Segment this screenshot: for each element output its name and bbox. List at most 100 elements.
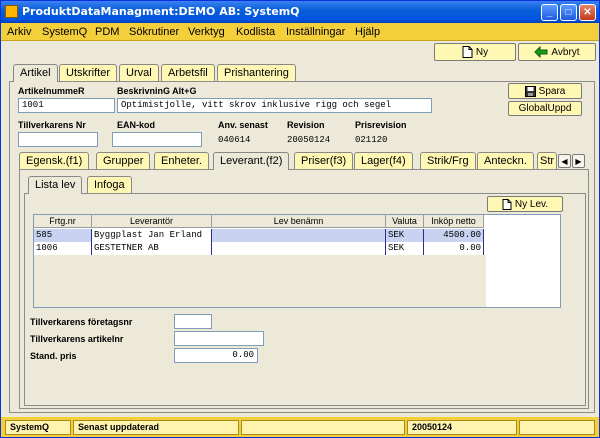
col-lev-benamn[interactable]: Lev benämn [212,215,386,228]
mfr-company-label: Tillverkarens företagsnr [30,317,133,327]
desc-input[interactable]: Optimistjolle, vitt skrov inklusive rigg… [117,98,432,113]
new-button-label: Ny [475,46,489,58]
status-bar: SystemQ Senast uppdaterad 20050124 [1,417,599,437]
status-last-updated-label: Senast uppdaterad [73,420,239,435]
tab-infoga[interactable]: Infoga [87,176,132,193]
new-supplier-button[interactable]: Ny Lev. [487,196,563,212]
minimize-button[interactable]: _ [541,4,558,21]
back-arrow-icon [534,46,548,58]
desc-label: BeskrivninG Alt+G [117,86,197,96]
app-window: ProduktDataManagment:DEMO AB: SystemQ _ … [0,0,600,438]
save-button[interactable]: Spara [508,83,582,99]
price-rev-label: Prisrevision [355,120,407,130]
status-extra-field [519,420,595,435]
new-supplier-label: Ny Lev. [514,198,549,210]
col-inkop-netto[interactable]: Inköp netto [424,215,484,228]
menu-verktyg[interactable]: Verktyg [188,26,225,38]
minimize-icon: _ [546,7,553,18]
tab-grupper[interactable]: Grupper [96,152,151,169]
tab-priser[interactable]: Priser(f3) [294,152,354,169]
tab-enheter[interactable]: Enheter. [154,152,209,169]
menu-systemq[interactable]: SystemQ [42,26,87,38]
price-rev-value: 021120 [355,135,388,145]
artnr-input[interactable]: 1001 [18,98,115,113]
window-title: ProduktDataManagment:DEMO AB: SystemQ [22,5,300,18]
globalupd-button-label: GlobalUppd [518,103,572,114]
cell-frtg-nr: 1006 [34,242,92,255]
table-row[interactable]: 1006 GESTETNER AB SEK 0.00 [34,242,484,255]
cell-leverantor: GESTETNER AB [92,242,212,255]
tab-prishantering[interactable]: Prishantering [217,64,296,81]
cell-lev-benamn [212,229,386,242]
maximize-icon: □ [565,7,572,18]
mfr-nr-label: Tillverkarens Nr [18,120,86,130]
cell-inkop-netto: 4500.00 [424,229,484,242]
close-button[interactable]: ✕ [579,4,596,21]
table-row[interactable]: 585 Byggplast Jan Erland SEK 4500.00 [34,229,484,242]
ean-input[interactable] [112,132,202,147]
tab-arbetsfil[interactable]: Arbetsfil [161,64,215,81]
tab-utskrifter[interactable]: Utskrifter [59,64,117,81]
tab-leverant[interactable]: Leverant.(f2) [213,152,290,170]
tab-strik-frg[interactable]: Strik/Frg [420,152,476,169]
supplier-table: Frtg.nr Leverantör Lev benämn Valuta Ink… [33,214,561,308]
close-icon: ✕ [583,7,592,18]
supplier-list-panel: Ny Lev. Frtg.nr Leverantör Lev benämn Va… [24,193,586,406]
title-bar[interactable]: ProduktDataManagment:DEMO AB: SystemQ _ … [1,1,599,23]
col-leverantor[interactable]: Leverantör [92,215,212,228]
table-empty-area [34,255,486,307]
tabs-scroll-right-button[interactable]: ▶ [572,154,585,168]
col-frtg-nr[interactable]: Frtg.nr [34,215,92,228]
cell-lev-benamn [212,242,386,255]
menu-arkiv[interactable]: Arkiv [7,26,31,38]
artnr-label: ArtikelnummeR [18,86,85,96]
new-button[interactable]: Ny [434,43,516,61]
mfr-company-input[interactable] [174,314,212,329]
tab-anteckn[interactable]: Anteckn. [477,152,534,169]
status-systemq: SystemQ [5,420,71,435]
menu-kodlista[interactable]: Kodlista [236,26,275,38]
cell-valuta: SEK [386,242,424,255]
last-used-value: 040614 [218,135,251,145]
tab-lista-lev[interactable]: Lista lev [28,176,83,194]
menu-sokrutiner[interactable]: Sökrutiner [129,26,179,38]
status-updated-date: 20050124 [407,420,517,435]
tab-str[interactable]: Str [537,152,557,169]
app-icon [5,5,18,18]
col-valuta[interactable]: Valuta [386,215,424,228]
cell-leverantor: Byggplast Jan Erland [92,229,212,242]
mfr-article-input[interactable] [174,331,264,346]
cell-inkop-netto: 0.00 [424,242,484,255]
tab-lager[interactable]: Lager(f4) [354,152,413,169]
std-price-label: Stand. pris [30,351,77,361]
revision-value: 20050124 [287,135,331,145]
cell-valuta: SEK [386,229,424,242]
arrow-right-icon: ▶ [575,156,582,166]
floppy-disk-icon [524,85,536,97]
std-price-input[interactable]: 0.00 [174,348,258,363]
ean-label: EAN-kod [117,120,155,130]
arrow-left-icon: ◀ [561,156,568,166]
cancel-button[interactable]: Avbryt [518,43,596,61]
new-document-icon [502,198,512,210]
cell-frtg-nr: 585 [34,229,92,242]
cancel-button-label: Avbryt [551,46,580,58]
menu-bar: Arkiv SystemQ PDM Sökrutiner Verktyg Kod… [1,23,599,41]
save-button-label: Spara [538,85,566,97]
menu-hjalp[interactable]: Hjälp [355,26,380,38]
mfr-nr-input[interactable] [18,132,98,147]
supplier-panel: Lista lev Infoga Ny Lev. Frtg.nr Leveran… [19,169,589,409]
tabs-scroll-left-button[interactable]: ◀ [558,154,571,168]
tab-urval[interactable]: Urval [119,64,159,81]
globalupd-button[interactable]: GlobalUppd [508,101,582,116]
new-document-icon [462,46,473,58]
status-empty-field [241,420,405,435]
menu-installningar[interactable]: Inställningar [286,26,345,38]
tab-artikel[interactable]: Artikel [13,64,58,82]
tab-egensk[interactable]: Egensk.(f1) [19,152,90,169]
article-panel: ArtikelnummeR 1001 BeskrivninG Alt+G Opt… [9,81,595,413]
menu-pdm[interactable]: PDM [95,26,119,38]
last-used-label: Anv. senast [218,120,268,130]
revision-label: Revision [287,120,325,130]
maximize-button[interactable]: □ [560,4,577,21]
